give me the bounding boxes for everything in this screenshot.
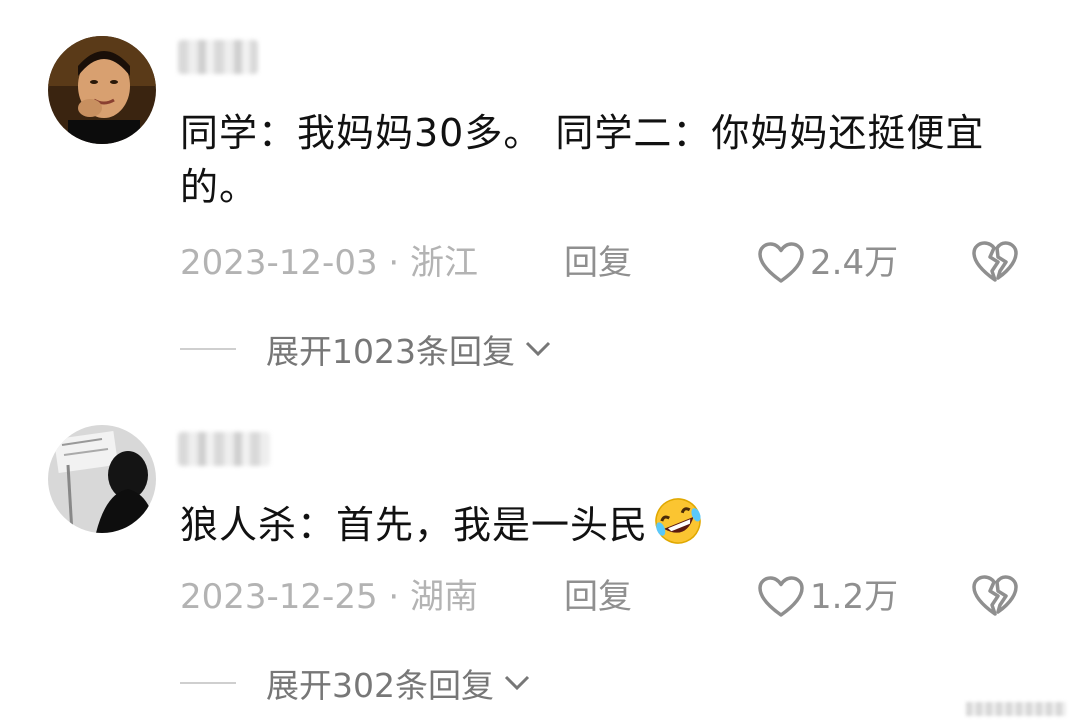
comment-meta: 2023-12-25 · 湖南 回复 1.2万 [180, 572, 1040, 622]
comment-text: 同学：我妈妈30多。 同学二：你妈妈还挺便宜的。 [180, 111, 985, 209]
heart-icon [758, 242, 804, 283]
username-redacted[interactable] [178, 40, 258, 74]
comment-text: 狼人杀：首先，我是一头民 [180, 496, 1040, 560]
reply-button[interactable]: 回复 [564, 572, 632, 622]
comment-meta: 2023-12-03 · 浙江 回复 2.4万 [180, 238, 1040, 288]
user-avatar[interactable] [48, 36, 156, 144]
rolling-on-floor-laughing-emoji [650, 496, 706, 560]
date-location: 2023-12-03 · 浙江 [180, 243, 479, 283]
chevron-down-icon [504, 675, 530, 691]
broken-heart-icon [972, 575, 1018, 616]
divider-dash [180, 348, 236, 350]
heart-icon [758, 576, 804, 617]
like-button[interactable]: 1.2万 [758, 572, 898, 622]
expand-replies-button[interactable]: 展开302条回复 [180, 658, 530, 708]
like-button[interactable]: 2.4万 [758, 238, 898, 288]
expand-replies-button[interactable]: 展开1023条回复 [180, 324, 551, 374]
username-redacted[interactable] [178, 432, 270, 466]
expand-replies-label: 展开1023条回复 [266, 332, 515, 371]
user-avatar[interactable] [48, 425, 156, 533]
chevron-down-icon [525, 341, 551, 357]
like-count: 2.4万 [810, 243, 899, 283]
date-location: 2023-12-25 · 湖南 [180, 577, 479, 617]
broken-heart-icon [972, 241, 1018, 282]
expand-replies-label: 展开302条回复 [266, 666, 494, 705]
like-count: 1.2万 [810, 577, 899, 617]
reply-button[interactable]: 回复 [564, 238, 632, 288]
comment-text-content: 狼人杀：首先，我是一头民 [180, 503, 649, 547]
divider-dash [180, 682, 236, 684]
watermark [966, 702, 1066, 716]
dislike-button[interactable] [972, 240, 1018, 293]
dislike-button[interactable] [972, 574, 1018, 627]
